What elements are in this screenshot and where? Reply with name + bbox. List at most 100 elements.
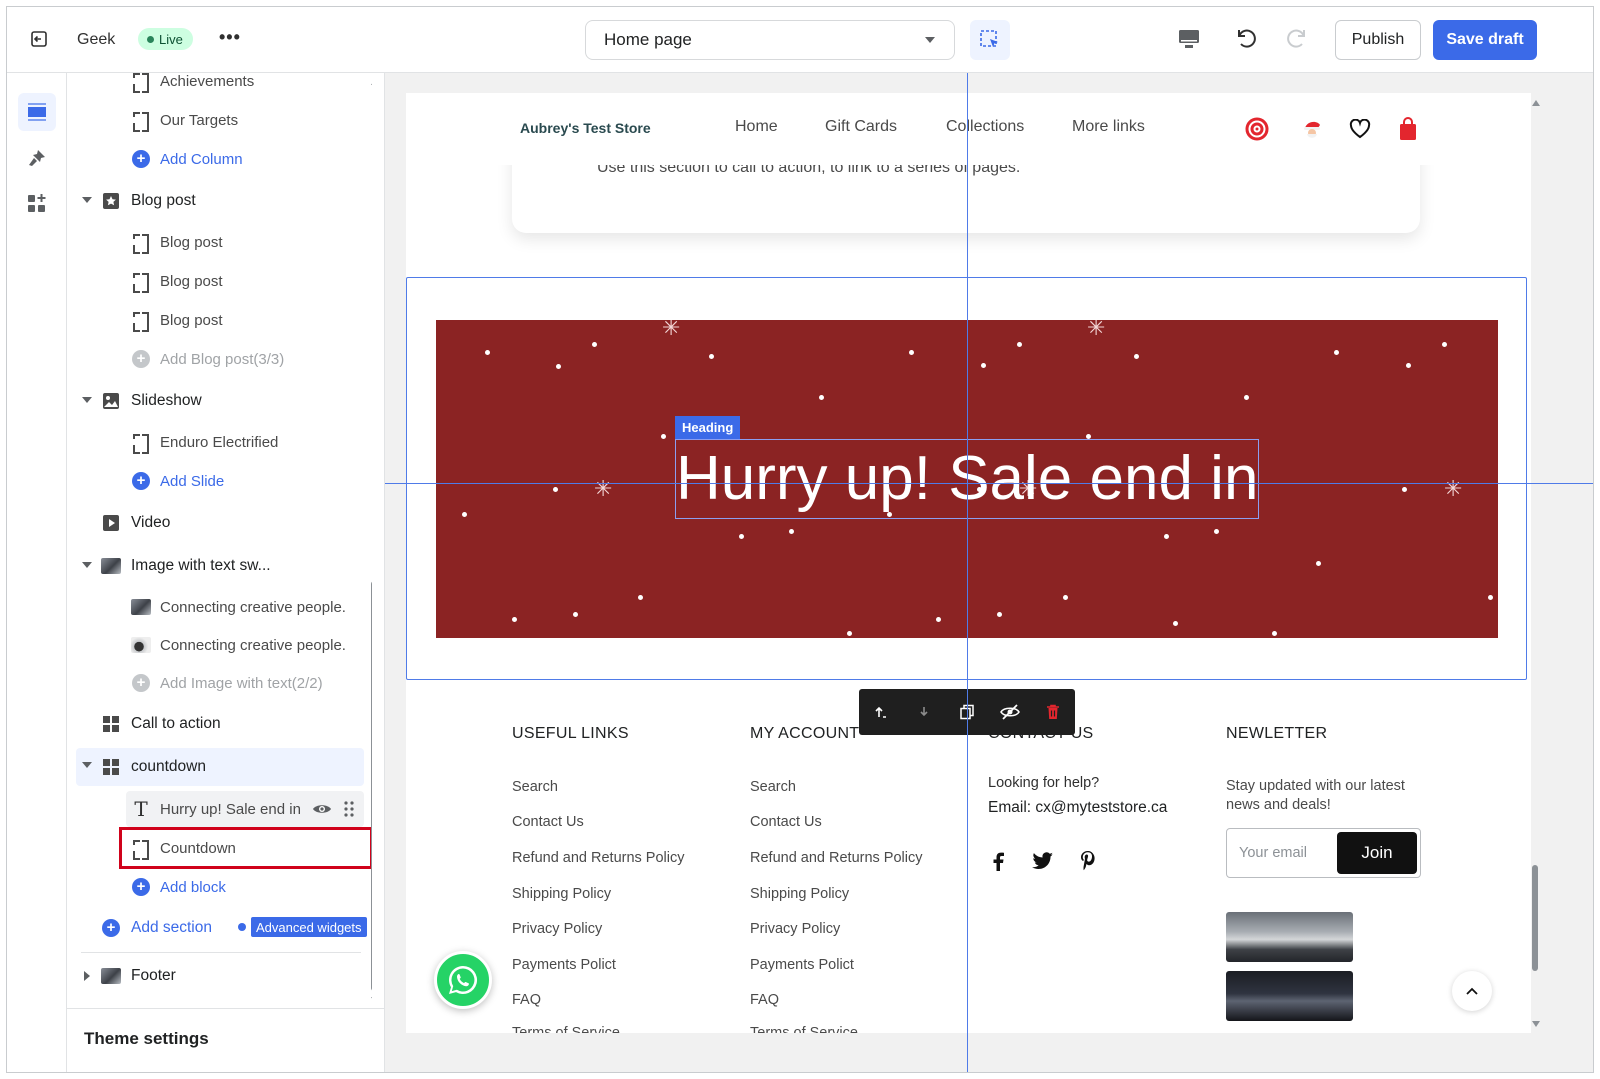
email-value[interactable]: cx@myteststore.ca xyxy=(1035,799,1167,816)
scroll-down-icon[interactable] xyxy=(371,997,372,1003)
inspector-button[interactable] xyxy=(970,20,1010,60)
footer-link[interactable]: Search xyxy=(750,779,796,795)
join-button[interactable]: Join xyxy=(1337,832,1417,874)
preview-scrollbar[interactable] xyxy=(1530,93,1540,1033)
caret-down-icon[interactable] xyxy=(82,397,92,403)
add-circle-icon: + xyxy=(131,349,151,369)
back-to-top-button[interactable] xyxy=(1452,971,1492,1011)
facebook-icon[interactable] xyxy=(986,849,1010,873)
caret-down-icon[interactable] xyxy=(82,562,92,568)
page-selector[interactable]: Home page xyxy=(585,20,955,60)
twitter-icon[interactable] xyxy=(1031,849,1055,873)
store-preview[interactable]: Use this section to call to action, to l… xyxy=(406,93,1531,1033)
sections-tab[interactable] xyxy=(18,93,56,131)
block-item-achievements[interactable]: Achievements xyxy=(67,73,367,99)
trash-icon xyxy=(1046,704,1059,719)
block-item-blog-post[interactable]: Blog post xyxy=(67,224,367,260)
section-item-image-with-text[interactable]: Image with text sw... xyxy=(67,548,367,584)
add-slide-button[interactable]: + Add Slide xyxy=(67,463,367,499)
add-block-button[interactable]: + Add block xyxy=(67,869,367,905)
section-item-video[interactable]: Video xyxy=(67,505,367,541)
caret-down-icon[interactable] xyxy=(82,762,92,768)
center-guide-vertical xyxy=(967,73,968,1072)
block-item-our-targets[interactable]: Our Targets xyxy=(67,102,367,138)
block-item-blog-post[interactable]: Blog post xyxy=(67,302,367,338)
add-apps-icon xyxy=(28,194,46,212)
add-label: Add Slide xyxy=(160,472,225,490)
footer-link[interactable]: Payments Polict xyxy=(750,957,854,973)
exit-editor-button[interactable] xyxy=(25,25,53,53)
add-blog-post-button[interactable]: + Add Blog post(3/3) xyxy=(67,341,367,377)
block-item-image-text[interactable]: Connecting creative people. xyxy=(67,589,367,625)
footer-link[interactable]: Contact Us xyxy=(750,814,822,830)
footer-car-image[interactable] xyxy=(1226,912,1353,962)
delete-button[interactable] xyxy=(1031,689,1074,735)
block-label: Hurry up! Sale end in xyxy=(160,800,301,818)
footer-link[interactable]: Search xyxy=(512,779,558,795)
move-up-button[interactable] xyxy=(859,689,902,735)
sidebar-scrollbar[interactable] xyxy=(369,73,372,1008)
footer-link[interactable]: Shipping Policy xyxy=(512,886,611,902)
eye-icon[interactable] xyxy=(312,800,332,818)
section-item-footer[interactable]: Footer xyxy=(67,958,367,994)
footer-link[interactable]: Privacy Policy xyxy=(750,921,840,937)
more-actions-button[interactable]: ••• xyxy=(219,27,241,48)
scrollbar-thumb[interactable] xyxy=(1532,865,1538,971)
nav-link-more-links[interactable]: More links xyxy=(1072,118,1145,136)
nav-link-gift-cards[interactable]: Gift Cards xyxy=(825,118,897,136)
caret-right-icon[interactable] xyxy=(84,971,90,981)
block-item-image-text[interactable]: Connecting creative people. xyxy=(67,627,367,663)
redo-button[interactable] xyxy=(1285,25,1311,56)
add-column-button[interactable]: + Add Column xyxy=(67,141,367,177)
footer-link[interactable]: Terms of Service xyxy=(512,1025,620,1033)
scrollbar-thumb[interactable] xyxy=(371,581,372,991)
add-image-with-text-button[interactable]: + Add Image with text(2/2) xyxy=(67,665,367,701)
footer-link[interactable]: FAQ xyxy=(512,992,541,1008)
block-item-blog-post[interactable]: Blog post xyxy=(67,263,367,299)
publish-button[interactable]: Publish xyxy=(1335,20,1421,60)
drag-handle-icon[interactable] xyxy=(343,800,355,818)
block-item-heading[interactable]: T Hurry up! Sale end in xyxy=(126,791,364,827)
section-item-call-to-action[interactable]: Call to action xyxy=(67,706,367,742)
block-item-slide[interactable]: Enduro Electrified xyxy=(67,424,367,460)
theme-settings-button[interactable]: Theme settings xyxy=(67,1008,384,1072)
footer-link[interactable]: Refund and Returns Policy xyxy=(750,850,923,866)
heart-icon[interactable] xyxy=(1347,116,1373,142)
pinterest-icon[interactable] xyxy=(1076,849,1100,873)
save-draft-button[interactable]: Save draft xyxy=(1433,20,1537,60)
footer-link[interactable]: Refund and Returns Policy xyxy=(512,850,685,866)
nav-link-collections[interactable]: Collections xyxy=(946,118,1024,136)
snow-dot xyxy=(847,631,852,636)
advanced-widgets-badge[interactable]: Advanced widgets xyxy=(251,917,367,937)
banner-heading[interactable]: Hurry up! Sale end in xyxy=(676,442,1260,516)
footer-link[interactable]: Contact Us xyxy=(512,814,584,830)
footer-link[interactable]: Terms of Service xyxy=(750,1025,858,1033)
scroll-up-icon[interactable] xyxy=(1532,100,1540,106)
shopping-bag-icon[interactable] xyxy=(1395,116,1421,142)
snow-dot xyxy=(1402,487,1407,492)
undo-button[interactable] xyxy=(1232,25,1258,56)
section-item-blog-post[interactable]: Blog post xyxy=(67,183,367,219)
snow-dot xyxy=(661,434,666,439)
section-item-slideshow[interactable]: Slideshow xyxy=(67,383,367,419)
footer-link[interactable]: FAQ xyxy=(750,992,779,1008)
caret-down-icon[interactable] xyxy=(82,197,92,203)
newsletter-email-input[interactable]: Your email Join xyxy=(1226,828,1421,878)
section-item-countdown[interactable]: countdown xyxy=(76,748,364,786)
nav-link-home[interactable]: Home xyxy=(735,118,778,136)
store-logo[interactable]: Aubrey's Test Store xyxy=(520,120,651,136)
footer-link[interactable]: Privacy Policy xyxy=(512,921,602,937)
footer-car-image[interactable] xyxy=(1226,971,1353,1021)
target-icon[interactable] xyxy=(1244,116,1270,142)
footer-link[interactable]: Payments Polict xyxy=(512,957,616,973)
scroll-down-icon[interactable] xyxy=(1532,1021,1540,1027)
footer-link[interactable]: Shipping Policy xyxy=(750,886,849,902)
move-down-button[interactable] xyxy=(902,689,945,735)
theme-styles-tab[interactable] xyxy=(18,139,56,177)
hide-button[interactable] xyxy=(988,689,1031,735)
santa-icon[interactable] xyxy=(1299,116,1325,142)
scroll-up-icon[interactable] xyxy=(371,79,372,85)
device-preview-button[interactable] xyxy=(1176,27,1202,56)
apps-tab[interactable] xyxy=(18,185,56,223)
whatsapp-button[interactable] xyxy=(434,951,492,1009)
